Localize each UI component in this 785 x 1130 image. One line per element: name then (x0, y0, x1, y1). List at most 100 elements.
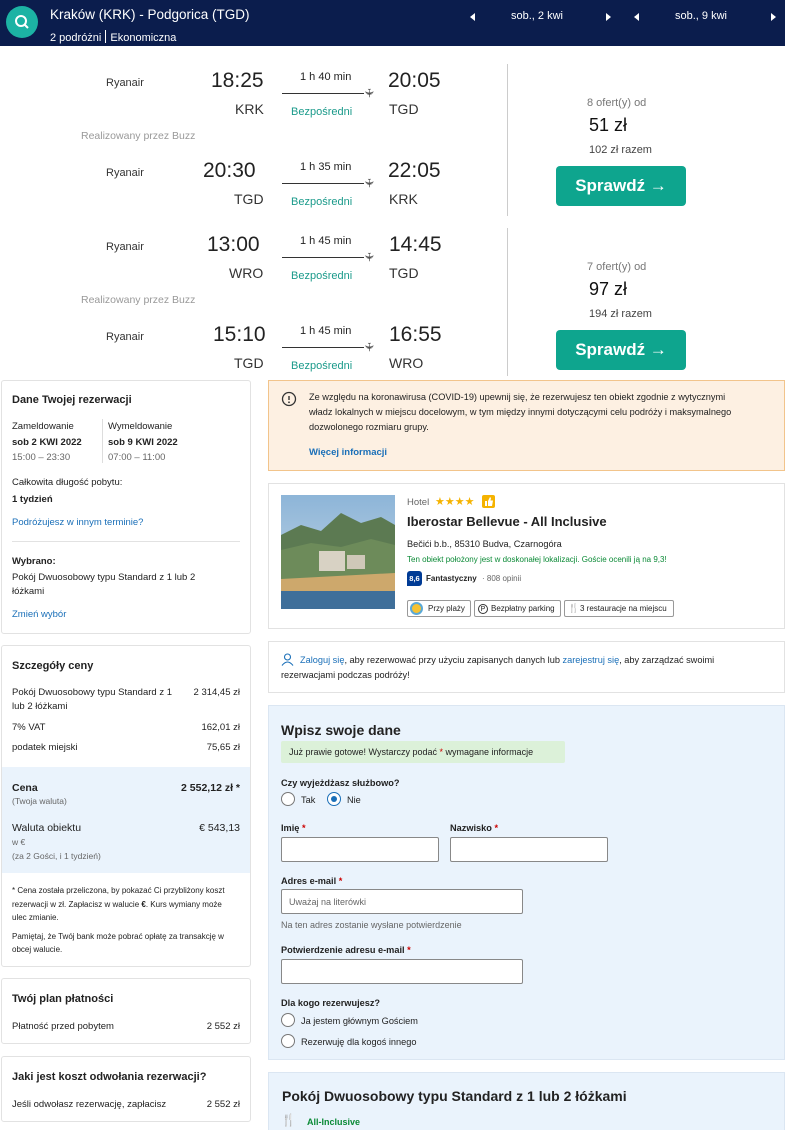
local-currency-guests: (za 2 Gości, i 1 tydzień) (12, 851, 101, 861)
depart-date[interactable]: sob., 2 kwi (511, 10, 563, 22)
signin-text: Zaloguj się, aby rezerwować przy użyciu … (300, 655, 714, 665)
hotel-address: Bečići b.b., 85310 Budva, Czarnogóra (407, 539, 562, 549)
booking-for-question: Dla kogo rezerwujesz? (281, 998, 381, 1008)
stops-label: Bezpośredni (291, 360, 353, 372)
airline-name: Ryanair (106, 77, 144, 89)
parking-icon: P (478, 604, 488, 614)
airline-name: Ryanair (106, 241, 144, 253)
change-selection-link[interactable]: Zmień wybór (12, 609, 66, 620)
payment-plan-panel: Twój plan płatności Płatność przed pobyt… (1, 978, 251, 1044)
search-icon (15, 15, 29, 29)
departure-airport: TGD (234, 191, 264, 207)
radio-business-no[interactable] (327, 792, 341, 806)
stay-length-label: Całkowita długość pobytu: (12, 477, 123, 488)
radio-label: Nie (347, 795, 361, 805)
price: 51 zł (589, 115, 628, 135)
form-hint-text: Już prawie gotowe! Wystarczy podać * wym… (289, 747, 533, 757)
label-text: Potwierdzenie adresu e-mail (281, 945, 405, 955)
signin-link[interactable]: Zaloguj się (300, 655, 344, 665)
meal-plan: All-Inclusive (307, 1117, 361, 1127)
departure-airport: WRO (229, 265, 264, 281)
hotel-photo (281, 495, 395, 609)
flight-line (282, 347, 364, 348)
plane-icon: ✈ (362, 87, 377, 99)
airline-name: Ryanair (106, 167, 144, 179)
check-offer-button[interactable]: Sprawdź → (556, 166, 686, 206)
required-star: * (407, 945, 411, 955)
required-star: * (338, 876, 343, 886)
restaurant-icon: 🍴 (568, 603, 580, 613)
checkout-label: Wymeldowanie (108, 421, 173, 432)
more-info-link[interactable]: Więcej informacji (309, 447, 387, 458)
price-details-panel: Szczegóły ceny Pokój Dwuosobowy typu Sta… (1, 645, 251, 967)
covid-text: Ze względu na koronawirusa (COVID-19) up… (309, 392, 726, 402)
first-name-input[interactable] (281, 837, 439, 862)
room-price-label-cont: lub 2 łóżkami (12, 701, 68, 712)
divider (12, 541, 240, 542)
checkout-time: 07:00 – 11:00 (108, 452, 166, 463)
stops-label: Bezpośredni (291, 270, 353, 282)
cancellation-panel: Jaki jest koszt odwołania rezerwacji? Je… (1, 1056, 251, 1122)
checkin-date: sob 2 KWI 2022 (12, 437, 82, 448)
flight-duration: 1 h 40 min (300, 71, 352, 83)
return-date[interactable]: sob., 9 kwi (675, 10, 727, 22)
feature-label: 3 restauracje na miejscu (580, 604, 667, 613)
payment-value: 2 552 zł (206, 1021, 240, 1032)
chosen-room-cont: łóżkami (12, 586, 45, 597)
covid-notice: Ze względu na koronawirusa (COVID-19) up… (268, 380, 785, 471)
chosen-label: Wybrano: (12, 556, 56, 567)
next-depart-date-icon[interactable] (606, 13, 611, 21)
signin-banner: Zaloguj się, aby rezerwować przy użyciu … (268, 641, 785, 693)
search-subtitle: 2 podróżni Ekonomiczna (50, 30, 176, 44)
search-button[interactable] (6, 6, 38, 38)
email-confirm-input[interactable] (281, 959, 523, 984)
register-link[interactable]: zarejestruj się (563, 655, 620, 665)
checkout-date: sob 9 KWI 2022 (108, 437, 178, 448)
total-value: 2 552,12 zł * (181, 782, 240, 794)
departure-time: 18:25 (211, 69, 264, 92)
stops-label: Bezpośredni (291, 196, 353, 208)
stay-length-value: 1 tydzień (12, 494, 53, 505)
prev-return-date-icon[interactable] (634, 13, 639, 21)
radio-label: Rezerwuję dla kogoś innego (301, 1037, 417, 1047)
user-icon (281, 653, 294, 666)
chosen-room: Pokój Dwuosobowy typu Standard z 1 lub 2 (12, 572, 196, 583)
hotel-name[interactable]: Iberostar Bellevue - All Inclusive (407, 514, 607, 529)
signin-text-cont: rezerwacjami podczas podróży! (281, 670, 410, 680)
radio-main-guest[interactable] (281, 1013, 295, 1027)
flight-duration: 1 h 35 min (300, 161, 352, 173)
review-score-badge: 8,6 (407, 571, 422, 586)
guest-details-form: Wpisz swoje dane Już prawie gotowe! Wyst… (268, 705, 785, 1060)
total-price: 102 zł razem (589, 144, 652, 156)
panel-title: Szczegóły ceny (12, 660, 94, 672)
review-count: · 808 opinii (482, 574, 522, 583)
vat-label: 7% VAT (12, 722, 46, 733)
arrival-airport: KRK (389, 191, 418, 207)
feature-label: Przy plaży (428, 604, 465, 613)
flight-duration: 1 h 45 min (300, 325, 352, 337)
last-name-input[interactable] (450, 837, 608, 862)
check-offer-button[interactable]: Sprawdź → (556, 330, 686, 370)
arrival-airport: WRO (389, 355, 424, 371)
hint-text: Już prawie gotowe! Wystarczy podać (289, 747, 437, 757)
required-star: * (301, 823, 306, 833)
conversion-note-end: ulec zmianie. (12, 913, 59, 922)
panel-title: Twój plan płatności (12, 993, 114, 1005)
panel-title: Dane Twojej rezerwacji (12, 394, 132, 406)
label-text: Adres e-mail (281, 876, 337, 886)
travellers: 2 podróżni (50, 32, 102, 44)
operated-by: Realizowany przez Buzz (81, 130, 196, 142)
next-return-date-icon[interactable] (771, 13, 776, 21)
total-price: 194 zł razem (589, 308, 652, 320)
arrival-time: 16:55 (389, 323, 442, 346)
email-input[interactable]: Uważaj na literówki (281, 889, 523, 914)
radio-someone-else[interactable] (281, 1034, 295, 1048)
booking-details-panel: Dane Twojej rezerwacji Zameldowanie sob … (1, 380, 251, 634)
prev-depart-date-icon[interactable] (470, 13, 475, 21)
arrival-airport: TGD (389, 101, 419, 117)
search-summary-bar[interactable]: Kraków (KRK) - Podgorica (TGD) 2 podróżn… (0, 0, 785, 46)
checkin-label: Zameldowanie (12, 421, 74, 432)
radio-business-yes[interactable] (281, 792, 295, 806)
first-name-label: Imię * (281, 823, 306, 833)
change-dates-link[interactable]: Podróżujesz w innym terminie? (12, 517, 143, 528)
